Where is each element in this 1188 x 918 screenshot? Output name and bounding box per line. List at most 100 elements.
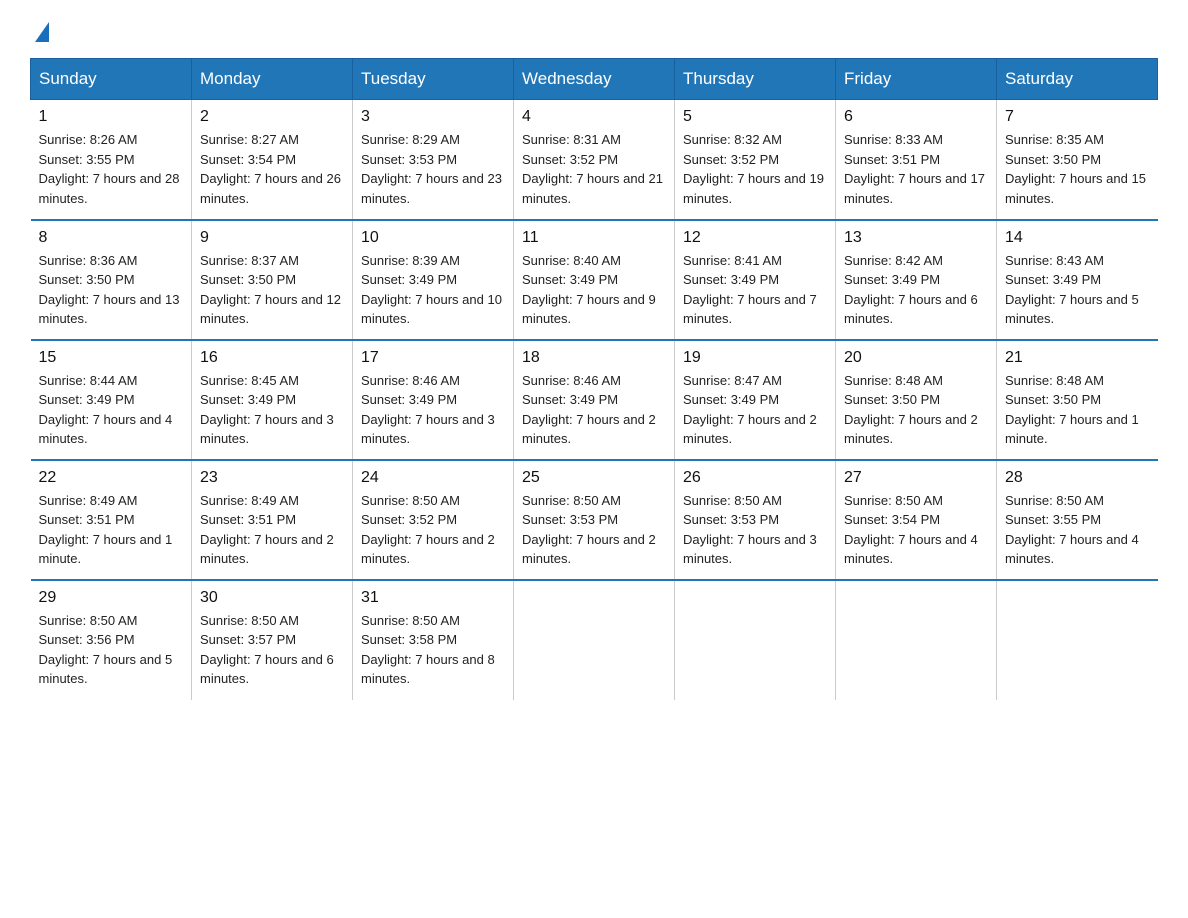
logo — [30, 20, 49, 40]
day-info: Sunrise: 8:40 AMSunset: 3:49 PMDaylight:… — [522, 253, 656, 327]
day-number: 27 — [844, 469, 988, 487]
day-info: Sunrise: 8:50 AMSunset: 3:53 PMDaylight:… — [522, 493, 656, 567]
day-info: Sunrise: 8:50 AMSunset: 3:58 PMDaylight:… — [361, 613, 495, 687]
day-cell: 7Sunrise: 8:35 AMSunset: 3:50 PMDaylight… — [997, 100, 1158, 220]
day-info: Sunrise: 8:50 AMSunset: 3:53 PMDaylight:… — [683, 493, 817, 567]
day-number: 28 — [1005, 469, 1150, 487]
header-cell-wednesday: Wednesday — [514, 59, 675, 100]
day-info: Sunrise: 8:29 AMSunset: 3:53 PMDaylight:… — [361, 132, 502, 206]
day-cell: 20 Sunrise: 8:48 AMSunset: 3:50 PMDayligh… — [836, 340, 997, 460]
day-info: Sunrise: 8:43 AMSunset: 3:49 PMDaylight:… — [1005, 253, 1139, 327]
day-info: Sunrise: 8:50 AMSunset: 3:57 PMDaylight:… — [200, 613, 334, 687]
day-number: 26 — [683, 469, 827, 487]
calendar-table: SundayMondayTuesdayWednesdayThursdayFrid… — [30, 58, 1158, 700]
week-row-5: 29Sunrise: 8:50 AMSunset: 3:56 PMDayligh… — [31, 580, 1158, 700]
day-cell: 17 Sunrise: 8:46 AMSunset: 3:49 PMDayligh… — [353, 340, 514, 460]
day-number: 25 — [522, 469, 666, 487]
day-number: 30 — [200, 589, 344, 607]
day-info: Sunrise: 8:45 AMSunset: 3:49 PMDaylight:… — [200, 373, 334, 447]
day-cell: 30 Sunrise: 8:50 AMSunset: 3:57 PMDayligh… — [192, 580, 353, 700]
day-info: Sunrise: 8:41 AMSunset: 3:49 PMDaylight:… — [683, 253, 817, 327]
day-cell — [514, 580, 675, 700]
day-number: 22 — [39, 469, 184, 487]
day-number: 13 — [844, 229, 988, 247]
day-number: 23 — [200, 469, 344, 487]
day-cell: 4 Sunrise: 8:31 AMSunset: 3:52 PMDaylight… — [514, 100, 675, 220]
day-cell: 19Sunrise: 8:47 AMSunset: 3:49 PMDayligh… — [675, 340, 836, 460]
week-row-4: 22 Sunrise: 8:49 AMSunset: 3:51 PMDayligh… — [31, 460, 1158, 580]
logo-blue-text — [30, 20, 49, 40]
day-info: Sunrise: 8:31 AMSunset: 3:52 PMDaylight:… — [522, 132, 663, 206]
day-cell: 28 Sunrise: 8:50 AMSunset: 3:55 PMDayligh… — [997, 460, 1158, 580]
day-cell — [675, 580, 836, 700]
week-row-2: 8Sunrise: 8:36 AMSunset: 3:50 PMDaylight… — [31, 220, 1158, 340]
logo-triangle-icon — [35, 22, 49, 42]
week-row-1: 1Sunrise: 8:26 AMSunset: 3:55 PMDaylight… — [31, 100, 1158, 220]
header-cell-friday: Friday — [836, 59, 997, 100]
day-info: Sunrise: 8:46 AMSunset: 3:49 PMDaylight:… — [522, 373, 656, 447]
day-number: 11 — [522, 229, 666, 247]
day-cell: 27 Sunrise: 8:50 AMSunset: 3:54 PMDayligh… — [836, 460, 997, 580]
day-cell: 5Sunrise: 8:32 AMSunset: 3:52 PMDaylight… — [675, 100, 836, 220]
day-cell: 26 Sunrise: 8:50 AMSunset: 3:53 PMDayligh… — [675, 460, 836, 580]
day-number: 15 — [39, 349, 184, 367]
day-cell: 15 Sunrise: 8:44 AMSunset: 3:49 PMDayligh… — [31, 340, 192, 460]
day-cell: 16 Sunrise: 8:45 AMSunset: 3:49 PMDayligh… — [192, 340, 353, 460]
day-number: 24 — [361, 469, 505, 487]
day-cell — [997, 580, 1158, 700]
day-number: 4 — [522, 108, 666, 126]
day-cell: 11 Sunrise: 8:40 AMSunset: 3:49 PMDayligh… — [514, 220, 675, 340]
day-cell: 23 Sunrise: 8:49 AMSunset: 3:51 PMDayligh… — [192, 460, 353, 580]
day-cell: 21Sunrise: 8:48 AMSunset: 3:50 PMDayligh… — [997, 340, 1158, 460]
day-cell: 8Sunrise: 8:36 AMSunset: 3:50 PMDaylight… — [31, 220, 192, 340]
day-cell: 22 Sunrise: 8:49 AMSunset: 3:51 PMDayligh… — [31, 460, 192, 580]
day-cell: 9 Sunrise: 8:37 AMSunset: 3:50 PMDaylight… — [192, 220, 353, 340]
day-cell — [836, 580, 997, 700]
day-info: Sunrise: 8:46 AMSunset: 3:49 PMDaylight:… — [361, 373, 495, 447]
day-number: 18 — [522, 349, 666, 367]
header-row: SundayMondayTuesdayWednesdayThursdayFrid… — [31, 59, 1158, 100]
header-cell-tuesday: Tuesday — [353, 59, 514, 100]
day-info: Sunrise: 8:50 AMSunset: 3:56 PMDaylight:… — [39, 613, 173, 687]
day-info: Sunrise: 8:50 AMSunset: 3:52 PMDaylight:… — [361, 493, 495, 567]
day-cell: 6Sunrise: 8:33 AMSunset: 3:51 PMDaylight… — [836, 100, 997, 220]
page-header — [30, 20, 1158, 40]
day-info: Sunrise: 8:35 AMSunset: 3:50 PMDaylight:… — [1005, 132, 1146, 206]
day-number: 2 — [200, 108, 344, 126]
day-info: Sunrise: 8:37 AMSunset: 3:50 PMDaylight:… — [200, 253, 341, 327]
day-number: 12 — [683, 229, 827, 247]
day-cell: 29Sunrise: 8:50 AMSunset: 3:56 PMDayligh… — [31, 580, 192, 700]
day-number: 21 — [1005, 349, 1150, 367]
day-info: Sunrise: 8:48 AMSunset: 3:50 PMDaylight:… — [844, 373, 978, 447]
day-cell: 2Sunrise: 8:27 AMSunset: 3:54 PMDaylight… — [192, 100, 353, 220]
day-number: 17 — [361, 349, 505, 367]
day-cell: 18 Sunrise: 8:46 AMSunset: 3:49 PMDayligh… — [514, 340, 675, 460]
day-cell: 1Sunrise: 8:26 AMSunset: 3:55 PMDaylight… — [31, 100, 192, 220]
day-number: 20 — [844, 349, 988, 367]
day-info: Sunrise: 8:50 AMSunset: 3:55 PMDaylight:… — [1005, 493, 1139, 567]
day-number: 19 — [683, 349, 827, 367]
day-number: 16 — [200, 349, 344, 367]
day-cell: 13 Sunrise: 8:42 AMSunset: 3:49 PMDayligh… — [836, 220, 997, 340]
day-number: 9 — [200, 229, 344, 247]
day-info: Sunrise: 8:42 AMSunset: 3:49 PMDaylight:… — [844, 253, 978, 327]
header-cell-thursday: Thursday — [675, 59, 836, 100]
week-row-3: 15 Sunrise: 8:44 AMSunset: 3:49 PMDayligh… — [31, 340, 1158, 460]
day-cell: 24 Sunrise: 8:50 AMSunset: 3:52 PMDayligh… — [353, 460, 514, 580]
day-cell: 14 Sunrise: 8:43 AMSunset: 3:49 PMDayligh… — [997, 220, 1158, 340]
header-cell-saturday: Saturday — [997, 59, 1158, 100]
day-number: 14 — [1005, 229, 1150, 247]
day-number: 3 — [361, 108, 505, 126]
day-info: Sunrise: 8:32 AMSunset: 3:52 PMDaylight:… — [683, 132, 824, 206]
day-info: Sunrise: 8:44 AMSunset: 3:49 PMDaylight:… — [39, 373, 173, 447]
day-number: 1 — [39, 108, 184, 126]
day-info: Sunrise: 8:39 AMSunset: 3:49 PMDaylight:… — [361, 253, 502, 327]
day-cell: 12 Sunrise: 8:41 AMSunset: 3:49 PMDayligh… — [675, 220, 836, 340]
day-info: Sunrise: 8:49 AMSunset: 3:51 PMDaylight:… — [39, 493, 173, 567]
day-cell: 10 Sunrise: 8:39 AMSunset: 3:49 PMDayligh… — [353, 220, 514, 340]
day-number: 10 — [361, 229, 505, 247]
calendar-body: 1Sunrise: 8:26 AMSunset: 3:55 PMDaylight… — [31, 100, 1158, 700]
day-info: Sunrise: 8:49 AMSunset: 3:51 PMDaylight:… — [200, 493, 334, 567]
day-cell: 25 Sunrise: 8:50 AMSunset: 3:53 PMDayligh… — [514, 460, 675, 580]
day-info: Sunrise: 8:50 AMSunset: 3:54 PMDaylight:… — [844, 493, 978, 567]
